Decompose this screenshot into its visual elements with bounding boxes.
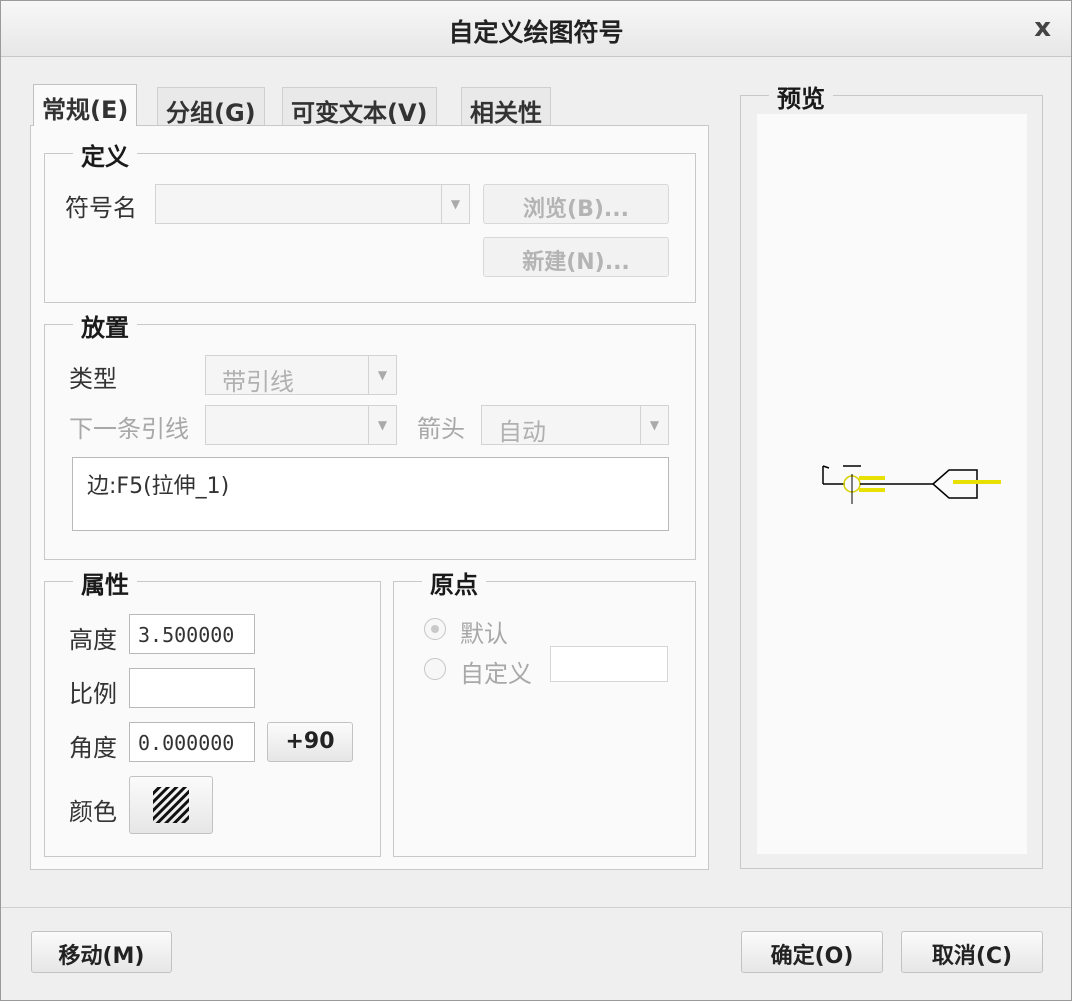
origin-default-label: 默认 xyxy=(460,620,508,648)
reference-item[interactable]: 边:F5(拉伸_1) xyxy=(87,468,229,500)
ok-button[interactable]: 确定(O) xyxy=(741,931,883,973)
tab-variable-text[interactable]: 可变文本(V) xyxy=(282,87,437,127)
symbol-preview xyxy=(822,465,1001,504)
angle-input[interactable]: 0.000000 xyxy=(129,722,255,762)
tab-grouping[interactable]: 分组(G) xyxy=(157,87,265,127)
angle-label: 角度 xyxy=(69,734,117,762)
definition-legend: 定义 xyxy=(73,137,137,172)
footer-separator xyxy=(1,907,1071,908)
color-button[interactable] xyxy=(129,776,213,834)
close-icon[interactable]: x xyxy=(1034,13,1051,43)
next-leader-combo[interactable]: ▼ xyxy=(205,405,397,445)
placement-group: 放置 类型 带引线 ▼ 下一条引线 ▼ 箭头 自动 ▼ 边:F5(拉伸_1) xyxy=(44,308,696,560)
symbol-name-label: 符号名 xyxy=(65,194,137,222)
color-label: 颜色 xyxy=(69,798,117,826)
preview-group: 预览 xyxy=(740,79,1043,869)
title-bar[interactable]: 自定义绘图符号 x xyxy=(1,1,1071,57)
definition-group: 定义 符号名 ▼ 浏览(B)... 新建(N)... xyxy=(44,137,696,303)
chevron-down-icon: ▼ xyxy=(368,406,396,444)
preview-symbol-graphic xyxy=(822,465,1001,504)
preview-legend: 预览 xyxy=(769,79,833,114)
placement-legend: 放置 xyxy=(73,308,137,343)
arrow-label: 箭头 xyxy=(417,415,465,443)
origin-default-radio[interactable] xyxy=(424,618,446,640)
attributes-legend: 属性 xyxy=(73,565,137,600)
type-label: 类型 xyxy=(69,365,117,393)
origin-custom-input[interactable] xyxy=(550,646,668,682)
browse-button[interactable]: 浏览(B)... xyxy=(483,184,669,224)
dialog-title: 自定义绘图符号 xyxy=(448,18,624,47)
chevron-down-icon: ▼ xyxy=(368,356,396,394)
origin-custom-label: 自定义 xyxy=(460,660,532,688)
scale-label: 比例 xyxy=(69,680,117,708)
custom-drawing-symbol-dialog: 自定义绘图符号 x 常规(E) 分组(G) 可变文本(V) 相关性 定义 符号名… xyxy=(0,0,1072,1001)
cancel-button[interactable]: 取消(C) xyxy=(901,931,1043,973)
height-input[interactable]: 3.500000 xyxy=(129,614,255,654)
scale-input[interactable] xyxy=(129,668,255,708)
chevron-down-icon: ▼ xyxy=(640,406,668,444)
origin-group: 原点 默认 自定义 xyxy=(393,565,696,857)
type-combo[interactable]: 带引线 ▼ xyxy=(205,355,397,396)
reference-listbox[interactable]: 边:F5(拉伸_1) xyxy=(72,457,669,531)
arrow-combo[interactable]: 自动 ▼ xyxy=(481,405,669,446)
origin-legend: 原点 xyxy=(422,565,486,600)
rotate-90-button[interactable]: +90 xyxy=(267,722,353,762)
chevron-down-icon: ▼ xyxy=(441,185,469,223)
tab-dependency[interactable]: 相关性 xyxy=(461,87,551,127)
arrow-value: 自动 xyxy=(498,418,546,446)
preview-canvas xyxy=(757,114,1027,854)
tab-general[interactable]: 常规(E) xyxy=(33,84,138,126)
origin-custom-radio[interactable] xyxy=(424,658,446,680)
color-swatch-icon xyxy=(153,787,189,823)
new-button[interactable]: 新建(N)... xyxy=(483,237,669,277)
height-label: 高度 xyxy=(69,626,117,654)
attributes-group: 属性 高度 3.500000 比例 角度 0.000000 +90 颜色 xyxy=(44,565,381,857)
move-button[interactable]: 移动(M) xyxy=(31,931,172,973)
general-tab-panel: 定义 符号名 ▼ 浏览(B)... 新建(N)... 放置 类型 带引线 ▼ 下… xyxy=(30,125,709,870)
symbol-name-combo[interactable]: ▼ xyxy=(155,184,470,224)
type-value: 带引线 xyxy=(222,368,294,396)
next-leader-label: 下一条引线 xyxy=(69,415,189,443)
